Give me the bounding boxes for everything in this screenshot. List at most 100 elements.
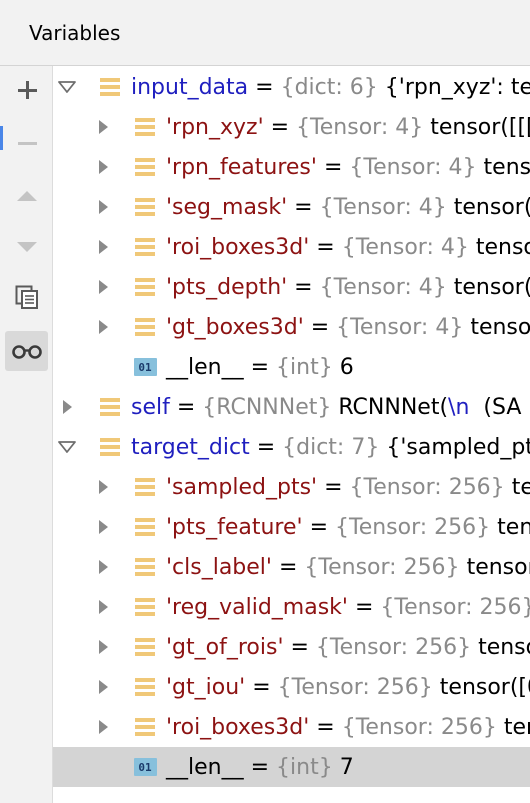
variable-value: tensor([[ bbox=[470, 314, 530, 340]
variable-value: tensor([[ bbox=[511, 474, 530, 500]
tree-row[interactable]: 01 __len__ = {int} 7 bbox=[53, 747, 530, 787]
chevron-right-icon[interactable] bbox=[93, 547, 113, 587]
int-badge: 01 bbox=[133, 758, 157, 776]
add-watch-button[interactable] bbox=[5, 70, 48, 110]
variable-value: tensor([0 bbox=[439, 674, 530, 700]
type-hint: {Tensor: 256} bbox=[349, 474, 505, 500]
chevron-right-icon[interactable] bbox=[93, 307, 113, 347]
tree-row[interactable]: 'roi_boxes3d' = {Tensor: 4} tensor([[ bbox=[53, 227, 530, 267]
variables-panel-header: Variables bbox=[0, 0, 530, 66]
tree-row[interactable]: 'pts_feature' = {Tensor: 256} tensor([[ bbox=[53, 507, 530, 547]
chevron-right-icon[interactable] bbox=[93, 107, 113, 147]
variable-name: 'rpn_features' bbox=[166, 154, 317, 180]
variable-name: 'pts_feature' bbox=[166, 514, 303, 540]
variable-value: tensor([[ bbox=[453, 274, 530, 300]
variable-value: {'sampled_pts': tensor([[ bbox=[386, 434, 530, 460]
chevron-right-icon[interactable] bbox=[93, 627, 113, 667]
equals-sign: = bbox=[303, 314, 337, 340]
variables-toolbar bbox=[0, 66, 53, 803]
equals-sign: = bbox=[309, 714, 342, 740]
equals-sign: = bbox=[283, 634, 316, 660]
tree-row[interactable]: 'roi_boxes3d' = {Tensor: 256} tensor([[ bbox=[53, 707, 530, 747]
chevron-right-icon[interactable] bbox=[57, 387, 77, 427]
tree-row[interactable]: 'rpn_xyz' = {Tensor: 4} tensor([[[[ bbox=[53, 107, 530, 147]
type-hint: {Tensor: 4} bbox=[349, 154, 477, 180]
escape-sequence: \n bbox=[448, 394, 470, 420]
variable-value: tensor([[ bbox=[478, 634, 530, 660]
equals-sign: = bbox=[243, 754, 277, 780]
move-down-button[interactable] bbox=[5, 226, 48, 266]
remove-watch-button[interactable] bbox=[5, 123, 48, 163]
field-icon bbox=[98, 427, 122, 467]
tree-row[interactable]: 'gt_of_rois' = {Tensor: 256} tensor([[ bbox=[53, 627, 530, 667]
chevron-right-icon[interactable] bbox=[93, 587, 113, 627]
tree-row[interactable]: self = {RCNNNet} RCNNNet(\n (SA bbox=[53, 387, 530, 427]
chevron-right-icon[interactable] bbox=[93, 507, 113, 547]
row-text: 'roi_boxes3d' = {Tensor: 4} tensor([[ bbox=[166, 227, 530, 267]
field-icon bbox=[98, 387, 122, 427]
field-icon bbox=[133, 627, 157, 667]
row-text: self = {RCNNNet} RCNNNet(\n (SA bbox=[131, 387, 521, 427]
chevron-right-icon[interactable] bbox=[93, 147, 113, 187]
equals-sign: = bbox=[263, 114, 297, 140]
field-icon bbox=[133, 707, 157, 747]
row-text: 'reg_valid_mask' = {Tensor: 256} tensor(… bbox=[166, 587, 530, 627]
type-hint: {Tensor: 4} bbox=[319, 274, 447, 300]
tree-row[interactable]: 'gt_iou' = {Tensor: 256} tensor([0 bbox=[53, 667, 530, 707]
show-watches-toggle[interactable] bbox=[5, 331, 48, 371]
tree-row[interactable]: target_dict = {dict: 7} {'sampled_pts': … bbox=[53, 427, 530, 467]
tree-row[interactable]: 'rpn_features' = {Tensor: 4} tensor([[ bbox=[53, 147, 530, 187]
tree-row[interactable]: 'sampled_pts' = {Tensor: 256} tensor([[ bbox=[53, 467, 530, 507]
type-hint: {Tensor: 256} bbox=[277, 674, 433, 700]
row-text: 'gt_boxes3d' = {Tensor: 4} tensor([[ bbox=[166, 307, 530, 347]
type-hint: {Tensor: 256} bbox=[341, 714, 497, 740]
tree-row[interactable]: 'seg_mask' = {Tensor: 4} tensor([[ bbox=[53, 187, 530, 227]
row-text: 'pts_feature' = {Tensor: 256} tensor([[ bbox=[166, 507, 530, 547]
chevron-right-icon[interactable] bbox=[93, 187, 113, 227]
chevron-right-icon[interactable] bbox=[93, 467, 113, 507]
tree-row[interactable]: 'cls_label' = {Tensor: 256} tensor([ bbox=[53, 547, 530, 587]
field-icon bbox=[133, 107, 157, 147]
variable-value: tensor([[ bbox=[475, 234, 530, 260]
chevron-right-icon[interactable] bbox=[93, 667, 113, 707]
tree-row[interactable]: input_data = {dict: 6} {'rpn_xyz': tenso… bbox=[53, 67, 530, 107]
equals-sign: = bbox=[287, 274, 320, 300]
type-hint: {int} bbox=[276, 354, 333, 380]
variable-value: 6 bbox=[339, 354, 354, 380]
equals-sign: = bbox=[302, 514, 335, 540]
tree-row[interactable]: 'pts_depth' = {Tensor: 4} tensor([[ bbox=[53, 267, 530, 307]
copy-icon bbox=[15, 285, 38, 309]
variable-name: 'cls_label' bbox=[166, 554, 272, 580]
equals-sign: = bbox=[317, 474, 350, 500]
chevron-right-icon[interactable] bbox=[93, 267, 113, 307]
variable-name: 'pts_depth' bbox=[166, 274, 288, 300]
type-hint: {int} bbox=[276, 754, 333, 780]
minus-icon bbox=[17, 142, 37, 145]
copy-value-button[interactable] bbox=[5, 277, 48, 317]
move-up-button[interactable] bbox=[5, 176, 48, 216]
equals-sign: = bbox=[245, 674, 278, 700]
tree-row[interactable]: 'gt_boxes3d' = {Tensor: 4} tensor([[ bbox=[53, 307, 530, 347]
variable-value: tensor([[ bbox=[483, 154, 530, 180]
chevron-right-icon[interactable] bbox=[93, 227, 113, 267]
type-hint: {RCNNNet} bbox=[202, 394, 332, 420]
chevron-down-icon[interactable] bbox=[57, 427, 77, 467]
tree-row[interactable]: 01 __len__ = {int} 6 bbox=[53, 347, 530, 387]
variables-tree: input_data = {dict: 6} {'rpn_xyz': tenso… bbox=[53, 66, 530, 803]
equals-sign: = bbox=[271, 554, 305, 580]
chevron-down-icon[interactable] bbox=[57, 67, 77, 107]
variable-name: 'gt_of_rois' bbox=[166, 634, 284, 660]
equals-sign: = bbox=[309, 234, 342, 260]
chevron-right-icon[interactable] bbox=[93, 707, 113, 747]
equals-sign: = bbox=[287, 194, 320, 220]
tree-row[interactable]: 'reg_valid_mask' = {Tensor: 256} tensor(… bbox=[53, 587, 530, 627]
variable-name: self bbox=[131, 394, 170, 420]
variable-value: 7 bbox=[339, 754, 354, 780]
